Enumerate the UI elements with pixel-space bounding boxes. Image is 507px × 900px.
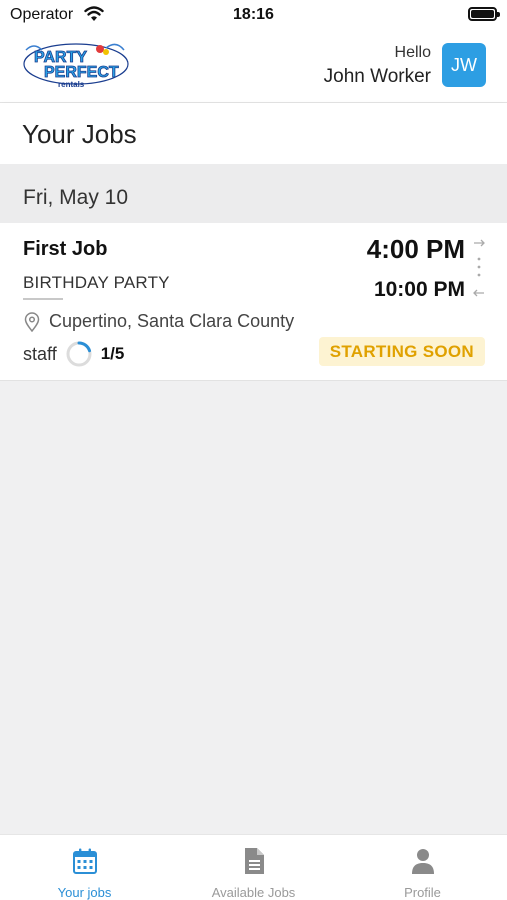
calendar-icon: [72, 848, 97, 874]
document-icon: [244, 848, 264, 874]
tab-label: Your jobs: [57, 885, 112, 900]
job-type: BIRTHDAY PARTY: [23, 273, 170, 292]
time-range-arrows-icon: [473, 239, 485, 297]
status-time: 18:16: [233, 6, 274, 23]
app-header: PARTY PERFECT rentals Hello John Worker …: [0, 30, 507, 103]
user-name: John Worker: [323, 66, 431, 87]
tab-available-jobs[interactable]: Available Jobs: [169, 835, 338, 900]
party-perfect-logo: PARTY PERFECT rentals: [23, 43, 129, 89]
end-time: 10:00 PM: [373, 278, 465, 301]
svg-text:PERFECT: PERFECT: [44, 64, 119, 81]
job-card[interactable]: First Job BIRTHDAY PARTY Cupertino, Sant…: [0, 223, 507, 381]
staff-label: staff: [23, 343, 57, 364]
tab-bar: Your jobs Available Jobs Profile: [0, 834, 507, 900]
staff-row: staff 1/5: [23, 340, 124, 368]
status-badge: STARTING SOON: [318, 337, 485, 366]
svg-text:rentals: rentals: [58, 80, 85, 89]
location-text: Cupertino, Santa Clara County: [49, 311, 295, 331]
tab-profile[interactable]: Profile: [338, 835, 507, 900]
job-location: Cupertino, Santa Clara County: [23, 311, 294, 332]
page-title: Your Jobs: [22, 119, 137, 149]
job-title: First Job: [23, 238, 108, 260]
avatar[interactable]: JW: [442, 43, 486, 87]
location-pin-icon: [24, 311, 40, 332]
page-header: Your Jobs: [0, 103, 507, 164]
battery-icon: [468, 7, 500, 21]
staff-count: 1/5: [100, 344, 125, 363]
status-bar: Operator 18:16: [0, 0, 507, 30]
greeting-label: Hello: [394, 44, 431, 61]
tab-your-jobs[interactable]: Your jobs: [0, 835, 169, 900]
type-divider: [23, 298, 63, 300]
start-time: 4:00 PM: [366, 234, 465, 264]
person-icon: [411, 849, 434, 874]
tab-label: Available Jobs: [211, 885, 296, 900]
date-section-header: Fri, May 10: [0, 164, 507, 223]
staff-progress-ring: [66, 341, 92, 367]
tab-label: Profile: [404, 885, 441, 900]
date-label: Fri, May 10: [23, 186, 129, 209]
